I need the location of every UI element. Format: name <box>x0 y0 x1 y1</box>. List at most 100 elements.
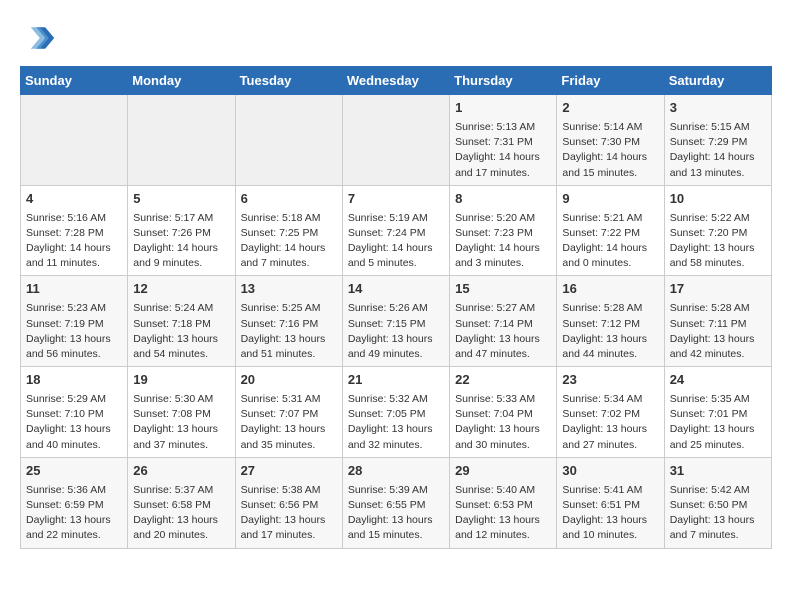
calendar-header: SundayMondayTuesdayWednesdayThursdayFrid… <box>21 67 772 95</box>
day-info: Daylight: 13 hours <box>670 513 766 528</box>
day-info: Sunrise: 5:26 AM <box>348 301 444 316</box>
day-info: Sunset: 7:25 PM <box>241 226 337 241</box>
day-info: Sunrise: 5:42 AM <box>670 483 766 498</box>
day-number: 10 <box>670 190 766 209</box>
day-info: Daylight: 13 hours <box>241 332 337 347</box>
calendar-cell: 18Sunrise: 5:29 AMSunset: 7:10 PMDayligh… <box>21 367 128 458</box>
day-info: Sunrise: 5:39 AM <box>348 483 444 498</box>
day-number: 20 <box>241 371 337 390</box>
day-info: Daylight: 14 hours <box>241 241 337 256</box>
day-number: 4 <box>26 190 122 209</box>
day-info: and 5 minutes. <box>348 256 444 271</box>
day-info: and 51 minutes. <box>241 347 337 362</box>
day-number: 6 <box>241 190 337 209</box>
day-info: Sunrise: 5:27 AM <box>455 301 551 316</box>
calendar-cell: 10Sunrise: 5:22 AMSunset: 7:20 PMDayligh… <box>664 185 771 276</box>
day-info: and 15 minutes. <box>562 166 658 181</box>
day-info: Sunrise: 5:16 AM <box>26 211 122 226</box>
calendar-cell: 8Sunrise: 5:20 AMSunset: 7:23 PMDaylight… <box>450 185 557 276</box>
day-info: Daylight: 13 hours <box>348 513 444 528</box>
calendar-week: 1Sunrise: 5:13 AMSunset: 7:31 PMDaylight… <box>21 95 772 186</box>
day-info: Daylight: 13 hours <box>26 422 122 437</box>
day-info: Sunrise: 5:31 AM <box>241 392 337 407</box>
day-number: 16 <box>562 280 658 299</box>
day-info: Sunset: 7:01 PM <box>670 407 766 422</box>
day-info: Daylight: 13 hours <box>133 332 229 347</box>
day-info: Sunrise: 5:28 AM <box>562 301 658 316</box>
header-row: SundayMondayTuesdayWednesdayThursdayFrid… <box>21 67 772 95</box>
day-info: Daylight: 13 hours <box>133 422 229 437</box>
calendar-cell: 4Sunrise: 5:16 AMSunset: 7:28 PMDaylight… <box>21 185 128 276</box>
calendar-cell: 12Sunrise: 5:24 AMSunset: 7:18 PMDayligh… <box>128 276 235 367</box>
day-info: and 17 minutes. <box>241 528 337 543</box>
day-info: Daylight: 13 hours <box>348 332 444 347</box>
day-info: Sunset: 7:08 PM <box>133 407 229 422</box>
day-info: Sunset: 7:07 PM <box>241 407 337 422</box>
day-info: and 12 minutes. <box>455 528 551 543</box>
day-info: and 17 minutes. <box>455 166 551 181</box>
day-info: Daylight: 13 hours <box>670 241 766 256</box>
day-number: 26 <box>133 462 229 481</box>
day-info: Sunrise: 5:32 AM <box>348 392 444 407</box>
day-info: Sunset: 6:53 PM <box>455 498 551 513</box>
day-info: and 35 minutes. <box>241 438 337 453</box>
calendar-cell: 6Sunrise: 5:18 AMSunset: 7:25 PMDaylight… <box>235 185 342 276</box>
day-info: Daylight: 14 hours <box>455 241 551 256</box>
day-info: and 9 minutes. <box>133 256 229 271</box>
day-info: Daylight: 13 hours <box>348 422 444 437</box>
header-day: Tuesday <box>235 67 342 95</box>
calendar-week: 11Sunrise: 5:23 AMSunset: 7:19 PMDayligh… <box>21 276 772 367</box>
day-number: 21 <box>348 371 444 390</box>
day-info: Sunrise: 5:19 AM <box>348 211 444 226</box>
day-info: Sunset: 6:58 PM <box>133 498 229 513</box>
day-info: Sunset: 7:20 PM <box>670 226 766 241</box>
calendar-cell: 30Sunrise: 5:41 AMSunset: 6:51 PMDayligh… <box>557 457 664 548</box>
day-info: and 25 minutes. <box>670 438 766 453</box>
calendar-cell: 2Sunrise: 5:14 AMSunset: 7:30 PMDaylight… <box>557 95 664 186</box>
day-info: Sunset: 7:30 PM <box>562 135 658 150</box>
day-info: Daylight: 13 hours <box>241 422 337 437</box>
day-info: Sunset: 7:04 PM <box>455 407 551 422</box>
day-info: and 0 minutes. <box>562 256 658 271</box>
calendar-cell: 11Sunrise: 5:23 AMSunset: 7:19 PMDayligh… <box>21 276 128 367</box>
day-info: Daylight: 13 hours <box>455 332 551 347</box>
day-info: and 54 minutes. <box>133 347 229 362</box>
day-number: 15 <box>455 280 551 299</box>
day-number: 19 <box>133 371 229 390</box>
day-info: Sunset: 7:16 PM <box>241 317 337 332</box>
day-number: 9 <box>562 190 658 209</box>
calendar-body: 1Sunrise: 5:13 AMSunset: 7:31 PMDaylight… <box>21 95 772 549</box>
day-info: Sunrise: 5:36 AM <box>26 483 122 498</box>
day-info: Sunset: 7:22 PM <box>562 226 658 241</box>
day-info: Daylight: 14 hours <box>562 150 658 165</box>
day-info: Sunrise: 5:28 AM <box>670 301 766 316</box>
calendar-cell: 21Sunrise: 5:32 AMSunset: 7:05 PMDayligh… <box>342 367 449 458</box>
day-number: 28 <box>348 462 444 481</box>
day-info: Sunrise: 5:29 AM <box>26 392 122 407</box>
calendar-cell: 23Sunrise: 5:34 AMSunset: 7:02 PMDayligh… <box>557 367 664 458</box>
day-info: Sunrise: 5:13 AM <box>455 120 551 135</box>
day-info: Sunrise: 5:35 AM <box>670 392 766 407</box>
day-info: Sunrise: 5:14 AM <box>562 120 658 135</box>
header-day: Wednesday <box>342 67 449 95</box>
calendar-cell <box>342 95 449 186</box>
logo-icon <box>20 20 56 56</box>
day-number: 24 <box>670 371 766 390</box>
day-info: and 3 minutes. <box>455 256 551 271</box>
header-day: Saturday <box>664 67 771 95</box>
logo <box>20 20 60 56</box>
day-info: Sunrise: 5:24 AM <box>133 301 229 316</box>
day-info: and 10 minutes. <box>562 528 658 543</box>
day-info: Sunset: 6:51 PM <box>562 498 658 513</box>
calendar-cell: 3Sunrise: 5:15 AMSunset: 7:29 PMDaylight… <box>664 95 771 186</box>
calendar-cell: 20 Sunrise: 5:31 AMSunset: 7:07 PMDayligh… <box>235 367 342 458</box>
calendar-cell: 25Sunrise: 5:36 AMSunset: 6:59 PMDayligh… <box>21 457 128 548</box>
day-number: 17 <box>670 280 766 299</box>
calendar-week: 4Sunrise: 5:16 AMSunset: 7:28 PMDaylight… <box>21 185 772 276</box>
day-info: and 15 minutes. <box>348 528 444 543</box>
day-number: 12 <box>133 280 229 299</box>
day-info: Sunrise: 5:20 AM <box>455 211 551 226</box>
calendar-cell <box>235 95 342 186</box>
day-info: Sunset: 7:19 PM <box>26 317 122 332</box>
day-number: 31 <box>670 462 766 481</box>
